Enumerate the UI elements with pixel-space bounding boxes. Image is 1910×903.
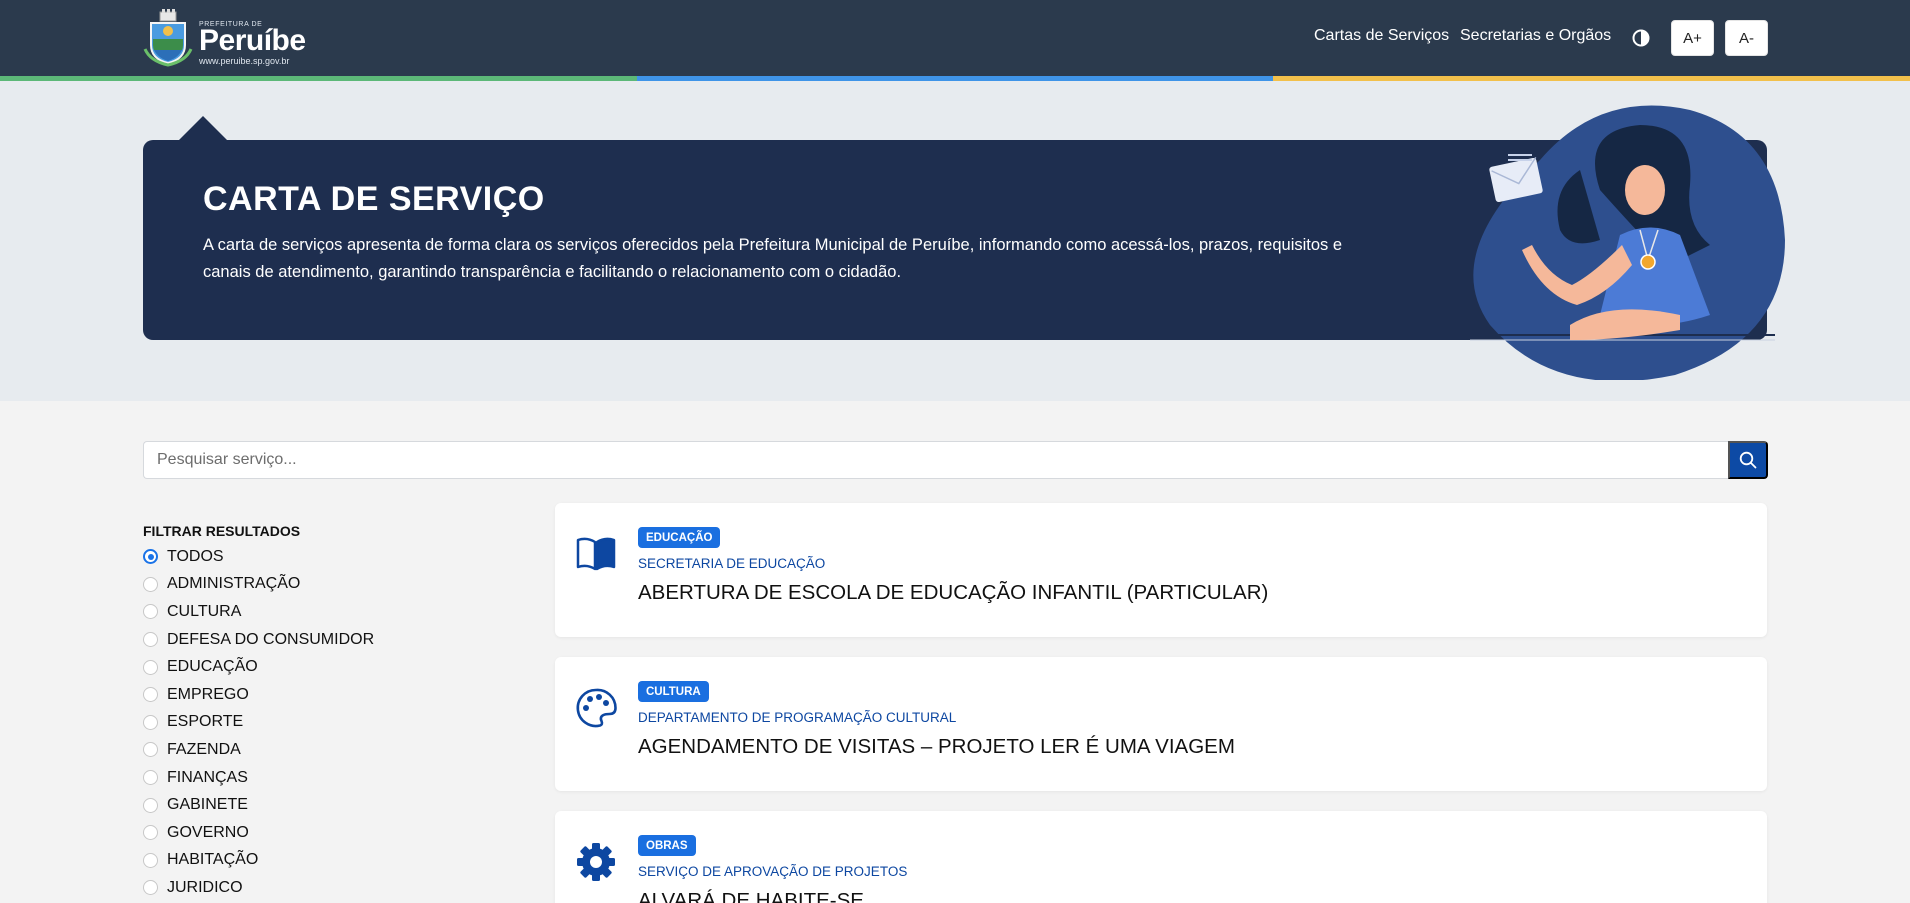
filter-option-emprego[interactable]: EMPREGO xyxy=(143,681,374,709)
banner-pointer xyxy=(178,116,228,141)
palette-icon xyxy=(576,688,617,728)
page-title: CARTA DE SERVIÇO xyxy=(203,180,545,218)
banner-description: A carta de serviços apresenta de forma c… xyxy=(203,236,1343,281)
search-input[interactable] xyxy=(143,441,1728,479)
filter-option-gabinete[interactable]: GABINETE xyxy=(143,791,374,819)
filter-label: GABINETE xyxy=(167,796,248,814)
service-title[interactable]: ABERTURA DE ESCOLA DE EDUCAÇÃO INFANTIL … xyxy=(638,581,1268,605)
filter-label: ADMINISTRAÇÃO xyxy=(167,575,301,593)
city-emblem-icon xyxy=(143,9,193,67)
top-header: PREFEITURA DE Peruíbe www.peruibe.sp.gov… xyxy=(0,0,1910,76)
gear-icon xyxy=(577,843,615,881)
filter-option-governo[interactable]: GOVERNO xyxy=(143,819,374,847)
logo-url: www.peruibe.sp.gov.br xyxy=(199,56,290,66)
search-icon xyxy=(1739,451,1757,469)
category-badge: EDUCAÇÃO xyxy=(638,527,721,548)
radio-button[interactable] xyxy=(143,742,158,758)
department-name: SERVIÇO DE APROVAÇÃO DE PROJETOS xyxy=(638,864,908,879)
filter-label: EMPREGO xyxy=(167,685,249,703)
radio-button[interactable] xyxy=(143,659,158,675)
woman-with-letter-illustration xyxy=(1470,105,1785,380)
filter-label: ESPORTE xyxy=(167,713,244,731)
service-card[interactable]: OBRAS SERVIÇO DE APROVAÇÃO DE PROJETOS A… xyxy=(555,811,1767,903)
department-name: SECRETARIA DE EDUCAÇÃO xyxy=(638,556,826,571)
filter-option-habitacao[interactable]: HABITAÇÃO xyxy=(143,847,374,875)
radio-button[interactable] xyxy=(143,604,158,620)
filter-option-administracao[interactable]: ADMINISTRAÇÃO xyxy=(143,571,374,599)
radio-button[interactable] xyxy=(143,687,158,703)
filter-label: TODOS xyxy=(167,547,224,565)
search-button[interactable] xyxy=(1728,441,1768,479)
radio-button[interactable] xyxy=(143,549,158,565)
service-card[interactable]: EDUCAÇÃO SECRETARIA DE EDUCAÇÃO ABERTURA… xyxy=(555,503,1767,637)
filter-title: FILTRAR RESULTADOS xyxy=(143,523,301,539)
filter-option-todos[interactable]: TODOS xyxy=(143,543,374,571)
filter-option-defesa-do-consumidor[interactable]: DEFESA DO CONSUMIDOR xyxy=(143,626,374,654)
radio-button[interactable] xyxy=(143,714,158,730)
radio-button[interactable] xyxy=(143,825,158,841)
book-icon xyxy=(576,537,616,571)
filter-label: JURIDICO xyxy=(167,878,243,896)
filter-option-educacao[interactable]: EDUCAÇÃO xyxy=(143,653,374,681)
site-logo[interactable]: PREFEITURA DE Peruíbe www.peruibe.sp.gov… xyxy=(143,9,306,69)
contrast-icon[interactable] xyxy=(1632,29,1650,47)
filter-options: TODOS ADMINISTRAÇÃO CULTURA DEFESA DO CO… xyxy=(143,543,374,902)
font-increase-button[interactable]: A+ xyxy=(1671,20,1714,56)
nav-secretarias-e-orgaos[interactable]: Secretarias e Orgãos xyxy=(1460,27,1611,45)
service-card[interactable]: CULTURA DEPARTAMENTO DE PROGRAMAÇÃO CULT… xyxy=(555,657,1767,791)
nav-cartas-de-servicos[interactable]: Cartas de Serviços xyxy=(1314,27,1449,45)
font-decrease-button[interactable]: A- xyxy=(1725,20,1768,56)
filter-option-cultura[interactable]: CULTURA xyxy=(143,598,374,626)
filter-label: GOVERNO xyxy=(167,823,249,841)
service-title[interactable]: ALVARÁ DE HABITE-SE xyxy=(638,889,864,903)
category-badge: OBRAS xyxy=(638,835,696,856)
search-bar xyxy=(143,441,1768,479)
logo-name: Peruíbe xyxy=(199,24,306,57)
filter-option-juridico[interactable]: JURIDICO xyxy=(143,874,374,902)
radio-button[interactable] xyxy=(143,770,158,786)
filter-label: FAZENDA xyxy=(167,740,241,758)
filter-label: HABITAÇÃO xyxy=(167,851,259,869)
filter-option-financas[interactable]: FINANÇAS xyxy=(143,764,374,792)
radio-button[interactable] xyxy=(143,852,158,868)
filter-label: CULTURA xyxy=(167,602,242,620)
category-badge: CULTURA xyxy=(638,681,709,702)
filter-label: FINANÇAS xyxy=(167,768,248,786)
department-name: DEPARTAMENTO DE PROGRAMAÇÃO CULTURAL xyxy=(638,710,957,725)
filter-label: DEFESA DO CONSUMIDOR xyxy=(167,630,375,648)
radio-button[interactable] xyxy=(143,632,158,648)
service-title[interactable]: AGENDAMENTO DE VISITAS – PROJETO LER É U… xyxy=(638,735,1235,759)
filter-option-fazenda[interactable]: FAZENDA xyxy=(143,736,374,764)
radio-button[interactable] xyxy=(143,576,158,592)
radio-button[interactable] xyxy=(143,880,158,896)
filter-option-esporte[interactable]: ESPORTE xyxy=(143,709,374,737)
filter-label: EDUCAÇÃO xyxy=(167,658,258,676)
radio-button[interactable] xyxy=(143,797,158,813)
